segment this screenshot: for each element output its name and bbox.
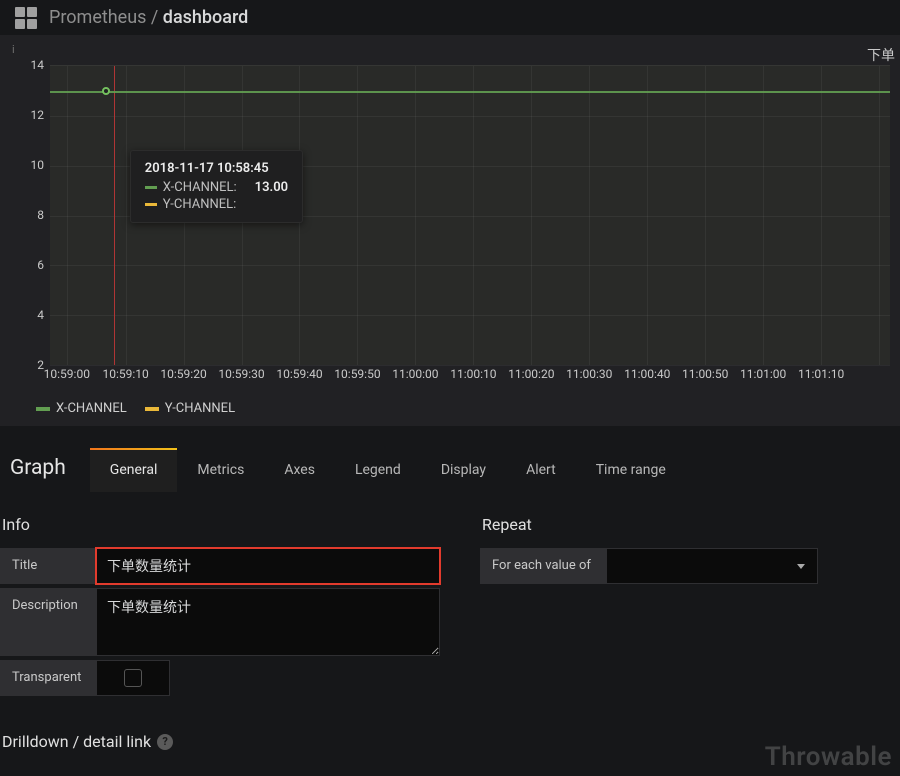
label-transparent: Transparent: [0, 660, 96, 696]
series-x-channel-line: [50, 91, 890, 93]
tooltip-row-x: X-CHANNEL: 13.00: [145, 180, 288, 195]
transparent-checkbox[interactable]: [124, 669, 142, 687]
title-field-wrap: [96, 548, 440, 584]
legend-swatch: [145, 407, 159, 411]
breadcrumb-bar: Prometheus / dashboard: [0, 0, 900, 35]
tooltip-row-y: Y-CHANNEL:: [145, 197, 288, 212]
title-input[interactable]: [97, 550, 439, 582]
description-field-wrap: [96, 588, 440, 656]
breadcrumb-current[interactable]: dashboard: [163, 7, 248, 28]
row-transparent: Transparent: [0, 660, 176, 696]
panel-title[interactable]: 下单: [867, 45, 895, 65]
series-x-channel-point[interactable]: [102, 87, 110, 95]
description-input[interactable]: [97, 589, 439, 655]
tab-general[interactable]: General: [90, 448, 178, 492]
chart[interactable]: 14 12 10 8 6 4 2: [10, 65, 890, 395]
label-description: Description: [0, 588, 96, 656]
crosshair: [114, 66, 115, 365]
tooltip-time: 2018-11-17 10:58:45: [145, 161, 288, 176]
label-repeat: For each value of: [480, 548, 606, 584]
help-icon[interactable]: ?: [157, 734, 173, 750]
row-repeat: For each value of: [480, 548, 840, 584]
breadcrumb-parent[interactable]: Prometheus: [49, 7, 146, 28]
row-description: Description: [0, 588, 440, 656]
editor-kind-label: Graph: [0, 446, 90, 492]
legend-swatch: [36, 407, 50, 411]
tab-display[interactable]: Display: [421, 448, 506, 492]
chart-legend: X-CHANNEL Y-CHANNEL: [10, 395, 890, 416]
legend-item-y[interactable]: Y-CHANNEL: [145, 401, 235, 416]
chart-tooltip: 2018-11-17 10:58:45 X-CHANNEL: 13.00 Y-C…: [130, 150, 303, 223]
dashboard-icon[interactable]: [15, 7, 37, 29]
repeat-select[interactable]: [606, 548, 818, 584]
general-form: Info Title Description Transparent Repea…: [0, 493, 900, 700]
y-axis-labels: 14 12 10 8 6 4 2: [10, 65, 50, 365]
editor-tabs-header: Graph General Metrics Axes Legend Displa…: [0, 446, 900, 493]
label-title: Title: [0, 548, 96, 584]
breadcrumb[interactable]: Prometheus / dashboard: [49, 7, 248, 28]
tab-time-range[interactable]: Time range: [576, 448, 686, 492]
watermark: Throwable: [765, 742, 892, 772]
tab-legend[interactable]: Legend: [335, 448, 421, 492]
section-info-title: Info: [0, 515, 440, 534]
tab-row: General Metrics Axes Legend Display Aler…: [90, 448, 686, 492]
section-repeat-title: Repeat: [480, 515, 840, 534]
tab-axes[interactable]: Axes: [264, 448, 335, 492]
legend-item-x[interactable]: X-CHANNEL: [36, 401, 127, 416]
x-axis-labels: 10:59:00 10:59:10 10:59:20 10:59:30 10:5…: [50, 367, 890, 387]
tab-metrics[interactable]: Metrics: [177, 448, 264, 492]
graph-panel: i 下单 14 12 10 8 6 4 2: [0, 35, 900, 426]
tab-alert[interactable]: Alert: [506, 448, 576, 492]
chart-grid[interactable]: 2018-11-17 10:58:45 X-CHANNEL: 13.00 Y-C…: [50, 65, 890, 365]
panel-info-icon[interactable]: i: [12, 43, 15, 56]
chevron-down-icon: [797, 564, 805, 569]
row-title: Title: [0, 548, 440, 584]
transparent-field-wrap: [96, 660, 170, 696]
